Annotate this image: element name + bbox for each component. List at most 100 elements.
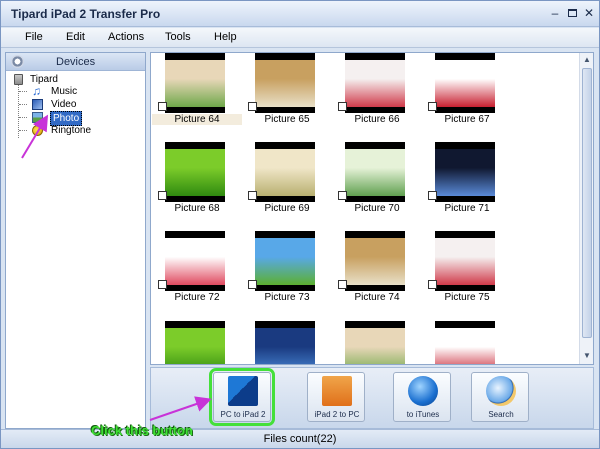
photo-thumbnail[interactable] <box>435 53 495 113</box>
photo-thumbnail[interactable] <box>345 53 405 113</box>
photo-checkbox[interactable] <box>248 102 257 111</box>
window-title: Tipard iPad 2 Transfer Pro <box>11 7 161 21</box>
pc-to-ipad-icon <box>228 376 258 406</box>
photo-thumbnail[interactable] <box>165 53 225 113</box>
photo-icon <box>32 112 43 123</box>
photo-thumbnail[interactable] <box>435 231 495 291</box>
photo-image <box>255 238 315 285</box>
annotation-note: Click this button <box>91 423 193 438</box>
vertical-scrollbar[interactable]: ▲ ▼ <box>579 53 593 364</box>
button-label: Search <box>488 410 514 419</box>
photo-item[interactable]: Picture 70 <box>332 142 408 232</box>
photo-caption: Picture 74 <box>354 292 400 303</box>
photo-item[interactable]: Picture 66 <box>332 53 408 143</box>
photo-item[interactable]: Picture 64 <box>152 53 242 143</box>
maximize-button[interactable] <box>564 6 580 20</box>
menu-tools[interactable]: Tools <box>165 31 191 43</box>
tree-item-ringtone[interactable]: Ringtone <box>30 124 110 137</box>
photo-thumbnail[interactable] <box>165 231 225 291</box>
ipad-to-pc-icon <box>322 376 352 406</box>
photo-thumbnail[interactable] <box>255 321 315 364</box>
search-button[interactable]: Search <box>471 372 529 422</box>
photo-grid: Picture 64 Picture 65 Picture 66 Picture 67… <box>151 53 579 364</box>
photo-checkbox[interactable] <box>248 280 257 289</box>
photo-caption: Picture 71 <box>444 203 490 214</box>
photo-checkbox[interactable] <box>338 280 347 289</box>
photo-checkbox[interactable] <box>158 102 167 111</box>
photo-item[interactable]: Picture 73 <box>242 231 318 321</box>
devices-panel: Devices Tipard ♫ Music Video Photo Ringt… <box>5 52 146 429</box>
photo-checkbox[interactable] <box>248 191 257 200</box>
photo-thumbnail[interactable] <box>345 231 405 291</box>
search-icon <box>486 376 516 406</box>
tree-item-label: Ringtone <box>51 125 92 136</box>
photo-item[interactable]: Picture 71 <box>422 142 498 232</box>
photo-image <box>435 238 495 285</box>
photo-item[interactable]: Picture 75 <box>422 231 498 321</box>
photo-thumbnail[interactable] <box>435 321 495 364</box>
photo-item[interactable] <box>332 321 408 364</box>
photo-checkbox[interactable] <box>338 102 347 111</box>
ringtone-icon <box>32 125 43 136</box>
to-itunes-button[interactable]: to iTunes <box>393 372 451 422</box>
photo-image <box>165 60 225 107</box>
devices-header-label: Devices <box>56 56 96 68</box>
photo-checkbox[interactable] <box>428 280 437 289</box>
photo-thumbnail[interactable] <box>345 321 405 364</box>
photo-caption: Picture 73 <box>264 292 310 303</box>
photo-grid-panel: Picture 64 Picture 65 Picture 66 Picture 67… <box>150 52 594 365</box>
scroll-up-button[interactable]: ▲ <box>581 54 593 66</box>
photo-item[interactable]: Picture 72 <box>152 231 228 321</box>
photo-item[interactable] <box>422 321 498 364</box>
gear-icon <box>11 55 24 68</box>
photo-caption: Picture 64 <box>152 114 242 125</box>
photo-item[interactable]: Picture 67 <box>422 53 498 143</box>
photo-thumbnail[interactable] <box>255 231 315 291</box>
photo-image <box>165 149 225 196</box>
photo-thumbnail[interactable] <box>435 142 495 202</box>
tree-item-photo[interactable]: Photo <box>30 111 110 126</box>
photo-thumbnail[interactable] <box>165 321 225 364</box>
photo-checkbox[interactable] <box>338 191 347 200</box>
photo-item[interactable] <box>242 321 318 364</box>
action-toolbar: PC to iPad 2 iPad 2 to PC to iTunes Sear… <box>150 367 594 429</box>
close-button[interactable]: ✕ <box>581 6 597 20</box>
tree-item-music[interactable]: ♫ Music <box>30 85 110 98</box>
photo-image <box>165 328 225 364</box>
photo-checkbox[interactable] <box>428 191 437 200</box>
photo-caption: Picture 67 <box>444 114 490 125</box>
itunes-icon <box>408 376 438 406</box>
pc-to-ipad-button[interactable]: PC to iPad 2 <box>209 368 275 426</box>
tree-item-video[interactable]: Video <box>30 98 110 111</box>
scrollbar-thumb[interactable] <box>582 68 592 338</box>
devices-header: Devices <box>6 53 145 71</box>
photo-item[interactable] <box>152 321 228 364</box>
photo-image <box>345 328 405 364</box>
photo-item[interactable]: Picture 69 <box>242 142 318 232</box>
ipad-to-pc-button[interactable]: iPad 2 to PC <box>307 372 365 422</box>
photo-checkbox[interactable] <box>158 191 167 200</box>
photo-item[interactable]: Picture 68 <box>152 142 228 232</box>
photo-image <box>165 238 225 285</box>
menu-actions[interactable]: Actions <box>108 31 144 43</box>
scroll-down-button[interactable]: ▼ <box>581 350 593 362</box>
title-bar: Tipard iPad 2 Transfer Pro – ✕ <box>1 1 599 27</box>
photo-thumbnail[interactable] <box>255 142 315 202</box>
menu-file[interactable]: File <box>25 31 43 43</box>
photo-caption: Picture 66 <box>354 114 400 125</box>
menu-edit[interactable]: Edit <box>66 31 85 43</box>
photo-thumbnail[interactable] <box>255 53 315 113</box>
minimize-button[interactable]: – <box>547 6 563 20</box>
button-label: iPad 2 to PC <box>314 410 360 419</box>
tree-connector <box>19 117 27 118</box>
tree-connector <box>19 130 27 131</box>
photo-item[interactable]: Picture 65 <box>242 53 318 143</box>
menu-help[interactable]: Help <box>214 31 237 43</box>
photo-checkbox[interactable] <box>428 102 437 111</box>
photo-checkbox[interactable] <box>158 280 167 289</box>
photo-image <box>345 60 405 107</box>
photo-thumbnail[interactable] <box>165 142 225 202</box>
tree-connector <box>19 91 27 92</box>
photo-thumbnail[interactable] <box>345 142 405 202</box>
photo-item[interactable]: Picture 74 <box>332 231 408 321</box>
